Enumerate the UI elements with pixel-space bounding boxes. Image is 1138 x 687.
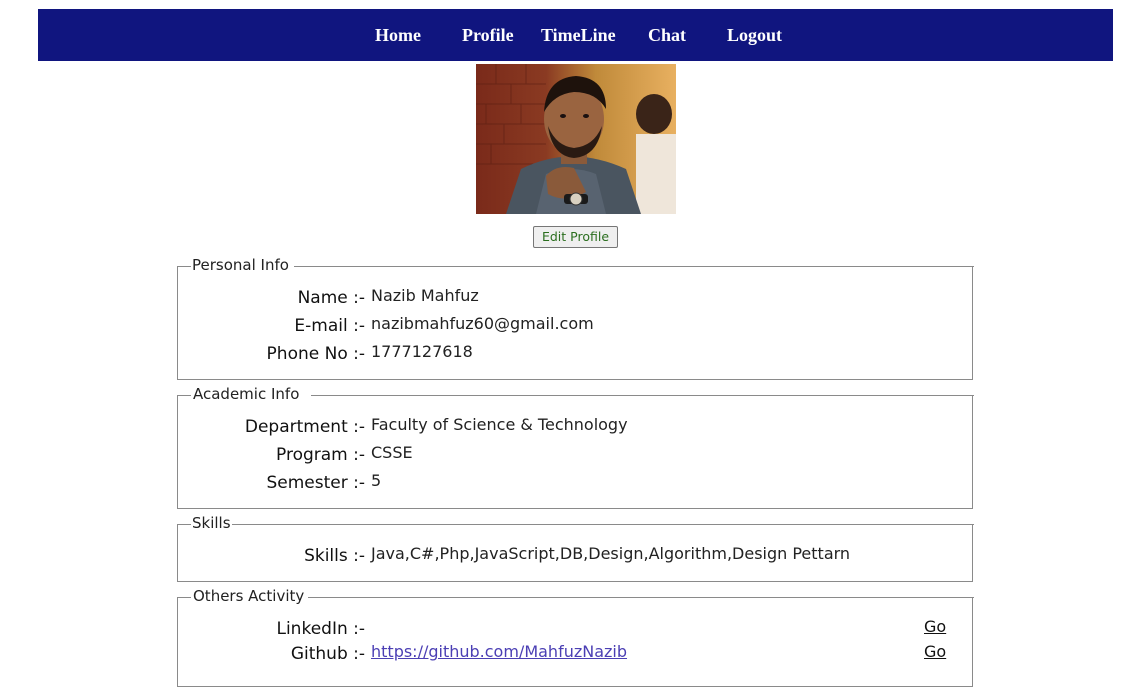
email-value: nazibmahfuz60@gmail.com bbox=[371, 314, 594, 333]
personal-info-fieldset: Personal Info Name :- Nazib Mahfuz E-mai… bbox=[176, 256, 974, 380]
nav-profile-link[interactable]: Profile bbox=[462, 25, 514, 46]
skills-value: Java,C#,Php,JavaScript,DB,Design,Algorit… bbox=[371, 544, 851, 563]
program-label: Program :- bbox=[276, 445, 365, 465]
skills-legend: Skills bbox=[191, 514, 232, 532]
skills-fieldset: Skills Skills :- Java,C#,Php,JavaScript,… bbox=[176, 514, 974, 582]
department-label: Department :- bbox=[244, 417, 365, 437]
nav-logout-link[interactable]: Logout bbox=[727, 25, 782, 46]
personal-info-legend: Personal Info bbox=[191, 256, 290, 274]
top-navbar: Home Profile TimeLine Chat Logout bbox=[38, 9, 1113, 61]
program-value: CSSE bbox=[371, 443, 413, 462]
nav-home-link[interactable]: Home bbox=[375, 25, 421, 46]
academic-info-fieldset: Academic Info Department :- Faculty of S… bbox=[176, 385, 974, 509]
semester-value: 5 bbox=[371, 471, 382, 490]
phone-label: Phone No :- bbox=[266, 344, 365, 364]
others-activity-fieldset: Others Activity LinkedIn :- Go Github :-… bbox=[176, 587, 974, 687]
email-label: E-mail :- bbox=[294, 316, 365, 336]
github-go-link[interactable]: Go bbox=[924, 642, 946, 661]
github-row: Github :- https://github.com/MahfuzNazib… bbox=[178, 642, 972, 668]
github-link[interactable]: https://github.com/MahfuzNazib bbox=[371, 642, 627, 661]
skills-row: Skills :- Java,C#,Php,JavaScript,DB,Desi… bbox=[178, 544, 972, 570]
phone-row: Phone No :- 1777127618 bbox=[178, 342, 972, 368]
linkedin-label: LinkedIn :- bbox=[276, 619, 365, 639]
nav-chat-link[interactable]: Chat bbox=[648, 25, 686, 46]
name-label: Name :- bbox=[297, 288, 365, 308]
linkedin-go-link[interactable]: Go bbox=[924, 617, 946, 636]
semester-row: Semester :- 5 bbox=[178, 471, 972, 497]
phone-value: 1777127618 bbox=[371, 342, 473, 361]
name-value: Nazib Mahfuz bbox=[371, 286, 479, 305]
name-row: Name :- Nazib Mahfuz bbox=[178, 286, 972, 312]
others-activity-legend: Others Activity bbox=[192, 587, 306, 605]
academic-info-legend: Academic Info bbox=[192, 385, 301, 403]
email-row: E-mail :- nazibmahfuz60@gmail.com bbox=[178, 314, 972, 340]
skills-label: Skills :- bbox=[304, 546, 365, 566]
edit-profile-button[interactable]: Edit Profile bbox=[533, 226, 618, 248]
semester-label: Semester :- bbox=[266, 473, 365, 493]
profile-avatar bbox=[476, 64, 676, 214]
linkedin-row: LinkedIn :- Go bbox=[178, 617, 972, 643]
nav-timeline-link[interactable]: TimeLine bbox=[541, 25, 616, 46]
github-label: Github :- bbox=[290, 644, 365, 664]
department-row: Department :- Faculty of Science & Techn… bbox=[178, 415, 972, 441]
department-value: Faculty of Science & Technology bbox=[371, 415, 628, 434]
program-row: Program :- CSSE bbox=[178, 443, 972, 469]
